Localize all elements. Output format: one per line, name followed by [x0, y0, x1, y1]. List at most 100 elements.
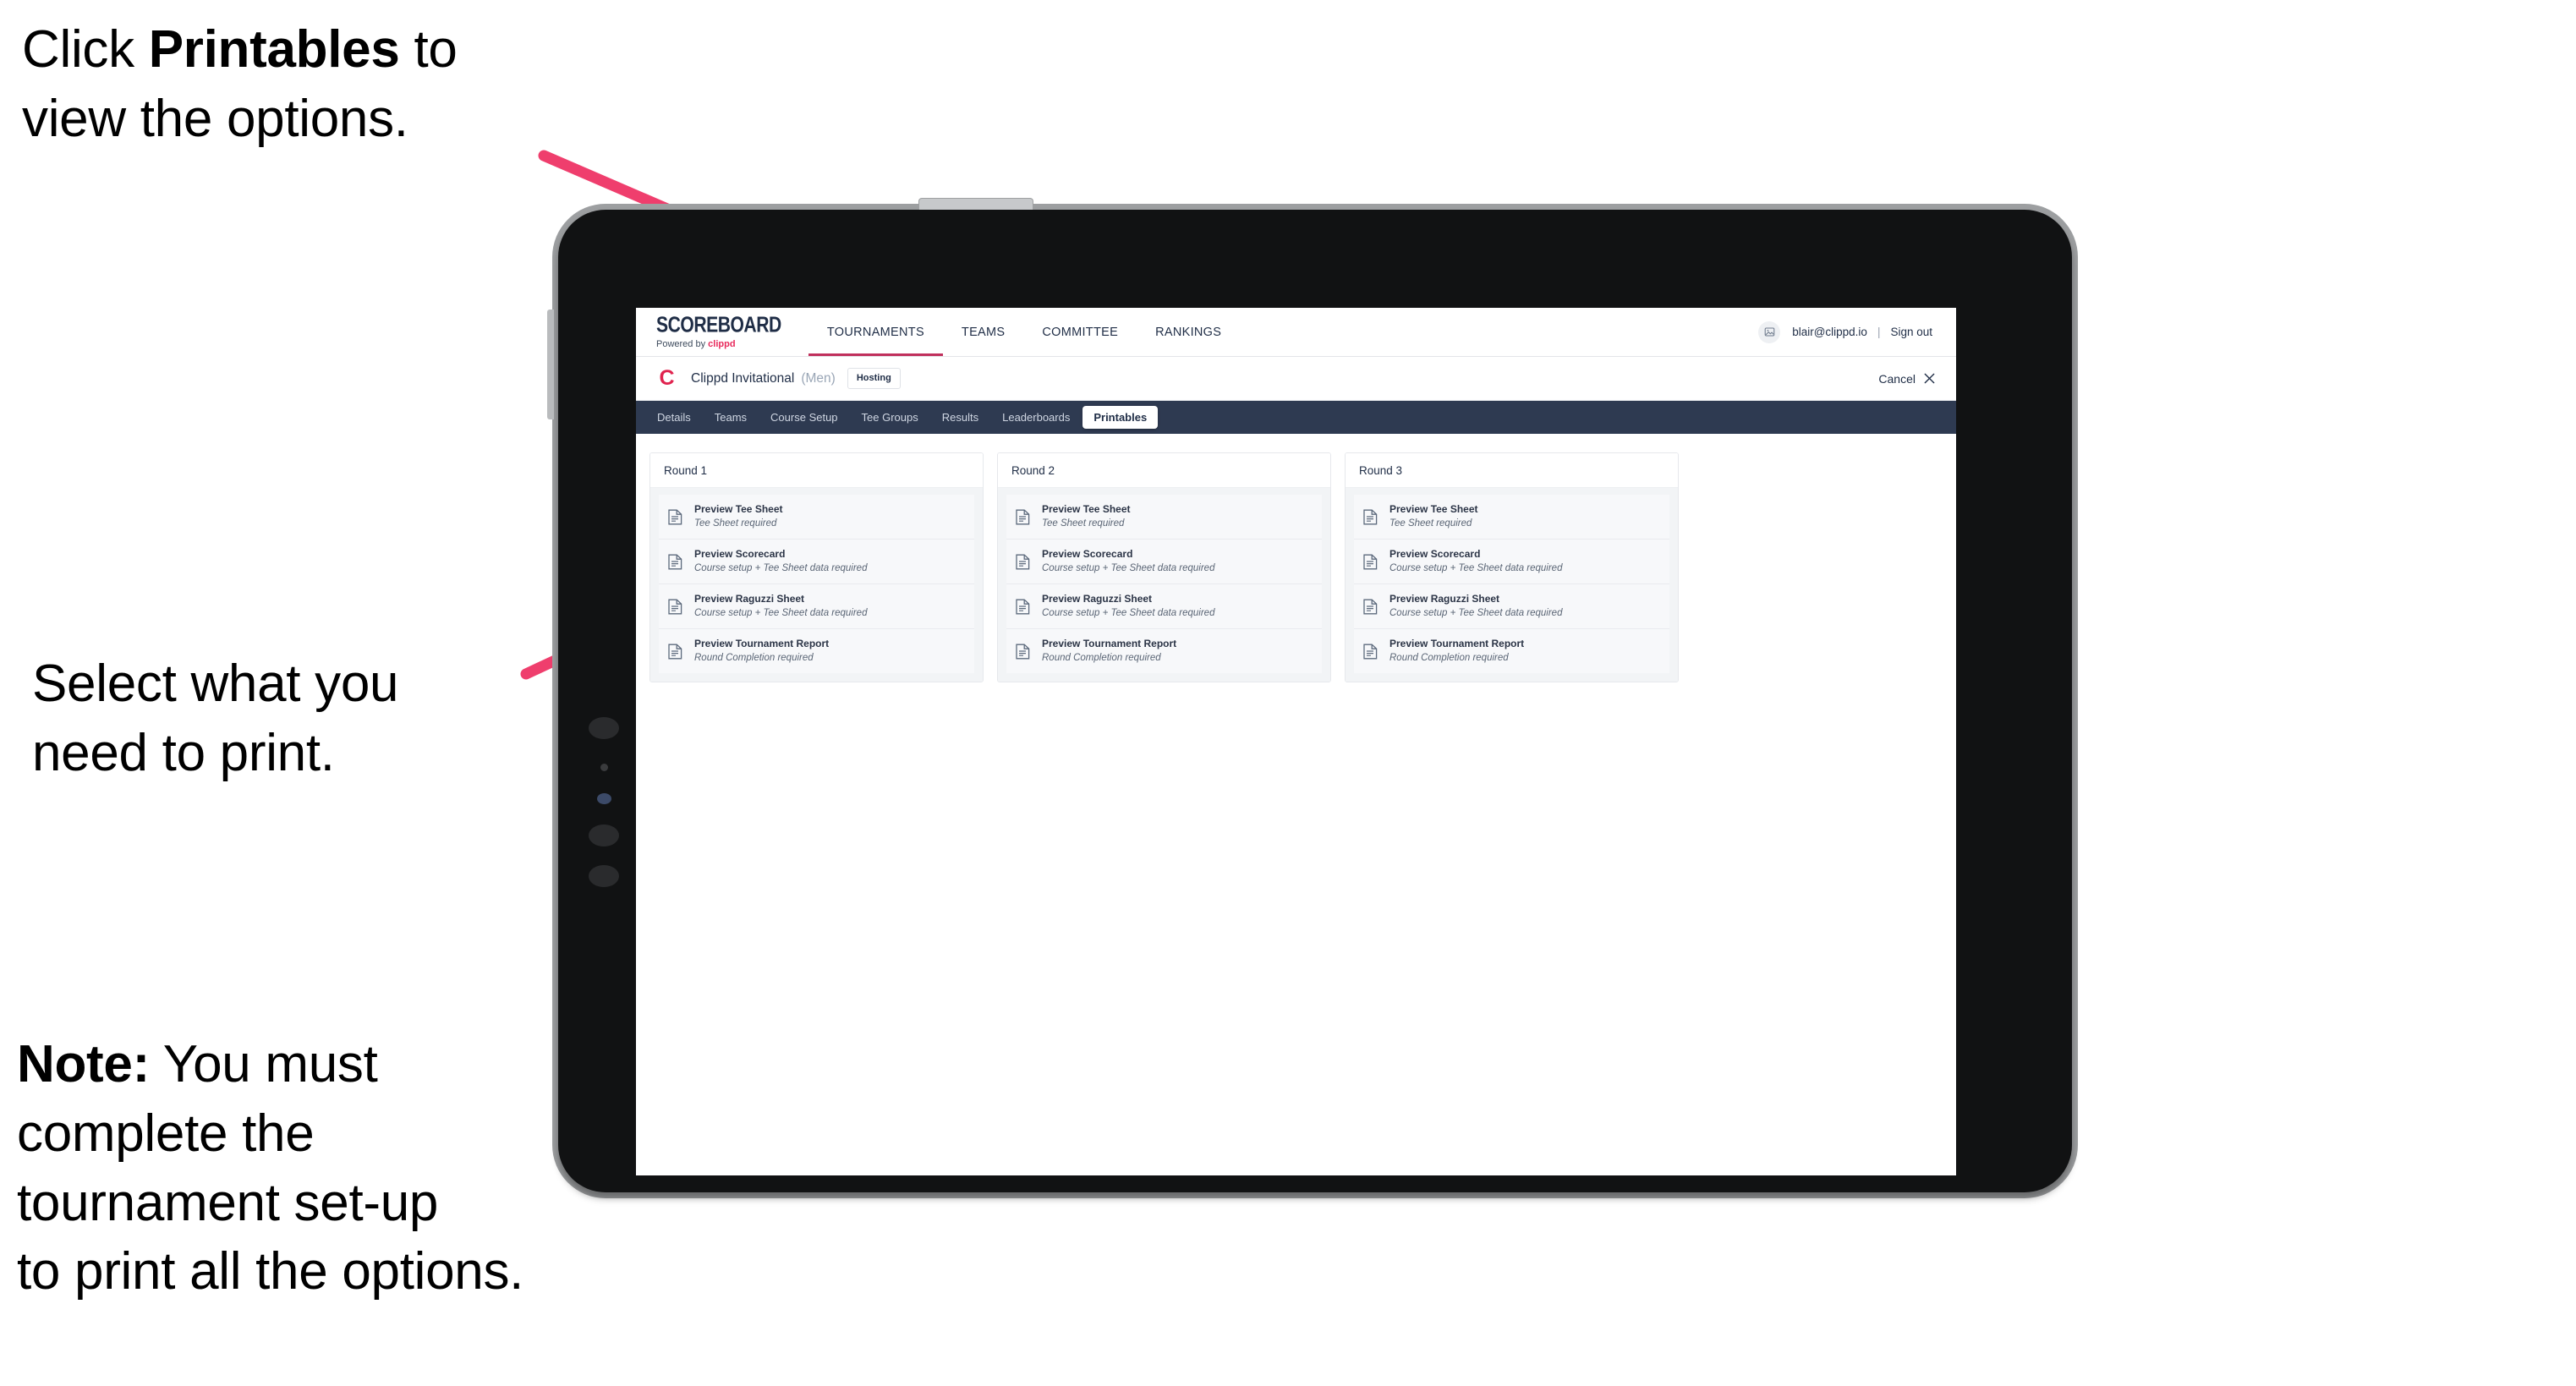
- round-column: Round 2 Preview Tee Sheet Tee Sheet requi…: [997, 452, 1331, 683]
- document-icon: [1013, 597, 1032, 616]
- tab-printables[interactable]: Printables: [1082, 406, 1159, 429]
- list-item-title: Preview Raguzzi Sheet: [1042, 593, 1153, 605]
- status-badge: Hosting: [847, 368, 901, 389]
- document-icon: [1361, 597, 1379, 616]
- tablet-top-button[interactable]: [918, 198, 1033, 210]
- user-image-icon: [1764, 327, 1774, 337]
- list-item-subtitle: Round Completion required: [1389, 652, 1509, 663]
- list-item-subtitle: Tee Sheet required: [1389, 518, 1472, 529]
- list-item-subtitle: Course setup + Tee Sheet data required: [1042, 562, 1215, 573]
- tablet-speaker-icon: [589, 717, 619, 739]
- document-icon: [1013, 642, 1032, 660]
- tablet-side-rail: [547, 310, 554, 419]
- app-header-bar: SCOREBOARD Powered by clippd TOURNAMENTS…: [636, 308, 1956, 357]
- round-column: Round 1 Preview Tee Sheet Tee Sheet requi…: [649, 452, 984, 683]
- document-icon: [666, 642, 684, 660]
- clippd-wordmark: clippd: [708, 338, 736, 349]
- document-icon: [1013, 507, 1032, 526]
- list-item-title: Preview Tournament Report: [1042, 638, 1177, 650]
- tab-teams[interactable]: Teams: [704, 406, 758, 429]
- section-tab-bar: Details Teams Course Setup Tee Groups Re…: [636, 401, 1956, 434]
- brand-wordmark: SCOREBOARD: [656, 311, 781, 337]
- tournament-context-bar: C Clippd Invitational (Men) Hosting Canc…: [636, 357, 1956, 401]
- round-title: Round 2: [998, 453, 1330, 488]
- list-item[interactable]: Preview Scorecard Course setup + Tee Shee…: [1354, 540, 1669, 585]
- document-icon: [1361, 552, 1379, 571]
- document-icon: [1361, 507, 1379, 526]
- scoreboard-logo[interactable]: SCOREBOARD Powered by clippd: [636, 308, 808, 356]
- list-item[interactable]: Preview Tee Sheet Tee Sheet required: [1006, 495, 1322, 540]
- list-item-title: Preview Tournament Report: [694, 638, 830, 650]
- document-icon: [666, 597, 684, 616]
- brand-powered-by: Powered by clippd: [656, 338, 787, 349]
- document-icon: [1361, 642, 1379, 660]
- list-item[interactable]: Preview Tee Sheet Tee Sheet required: [659, 495, 974, 540]
- list-item[interactable]: Preview Raguzzi Sheet Course setup + Tee …: [1354, 584, 1669, 630]
- tab-results[interactable]: Results: [931, 406, 989, 429]
- list-item-subtitle: Round Completion required: [694, 652, 814, 663]
- powered-by-text: Powered by: [656, 338, 709, 349]
- list-item-subtitle: Tee Sheet required: [1042, 518, 1125, 529]
- list-item-subtitle: Course setup + Tee Sheet data required: [1389, 562, 1563, 573]
- list-item[interactable]: Preview Tee Sheet Tee Sheet required: [1354, 495, 1669, 540]
- tablet-speaker-icon-3: [589, 865, 619, 887]
- callout-text-click-printables: Click Printables to view the options.: [22, 15, 580, 154]
- callout-1-bold: Printables: [148, 20, 400, 79]
- list-item[interactable]: Preview Tournament Report Round Completio…: [1006, 629, 1322, 674]
- list-item-subtitle: Tee Sheet required: [694, 518, 777, 529]
- printables-content: Round 1 Preview Tee Sheet Tee Sheet requi…: [636, 434, 1956, 683]
- list-item-title: Preview Tee Sheet: [1389, 503, 1478, 515]
- list-item-title: Preview Tee Sheet: [1042, 503, 1131, 515]
- round-item-list: Preview Tee Sheet Tee Sheet required Prev…: [998, 488, 1330, 682]
- nav-committee[interactable]: COMMITTEE: [1023, 308, 1137, 356]
- document-icon: [666, 507, 684, 526]
- account-separator: |: [1877, 326, 1881, 338]
- list-item-title: Preview Raguzzi Sheet: [694, 593, 805, 605]
- list-item-title: Preview Tournament Report: [1389, 638, 1525, 650]
- list-item-title: Preview Scorecard: [1389, 548, 1481, 561]
- nav-teams[interactable]: TEAMS: [943, 308, 1023, 356]
- tournament-gender: (Men): [801, 370, 836, 386]
- list-item-subtitle: Round Completion required: [1042, 652, 1161, 663]
- list-item[interactable]: Preview Raguzzi Sheet Course setup + Tee …: [659, 584, 974, 630]
- round-column: Round 3 Preview Tee Sheet Tee Sheet requi…: [1345, 452, 1679, 683]
- tournament-name: Clippd Invitational: [691, 370, 795, 386]
- callout-text-select-print: Select what you need to print.: [32, 655, 399, 782]
- list-item-title: Preview Tee Sheet: [694, 503, 783, 515]
- list-item[interactable]: Preview Scorecard Course setup + Tee Shee…: [659, 540, 974, 585]
- tablet-sensor-icon: [597, 793, 611, 804]
- tab-tee-groups[interactable]: Tee Groups: [851, 406, 929, 429]
- nav-rankings[interactable]: RANKINGS: [1137, 308, 1240, 356]
- document-icon: [666, 552, 684, 571]
- tab-course-setup[interactable]: Course Setup: [759, 406, 849, 429]
- list-item-title: Preview Scorecard: [694, 548, 786, 561]
- user-email-label: blair@clippd.io: [1792, 326, 1867, 338]
- list-item-subtitle: Course setup + Tee Sheet data required: [1389, 607, 1563, 618]
- tablet-camera-icon: [600, 764, 608, 771]
- callout-3-bold: Note:: [17, 1035, 150, 1093]
- round-title: Round 1: [650, 453, 983, 488]
- tab-leaderboards[interactable]: Leaderboards: [991, 406, 1081, 429]
- tablet-device-frame: SCOREBOARD Powered by clippd TOURNAMENTS…: [547, 198, 2072, 1192]
- close-icon: [1924, 373, 1935, 384]
- list-item[interactable]: Preview Scorecard Course setup + Tee Shee…: [1006, 540, 1322, 585]
- clippd-c-logo-icon: C: [659, 366, 675, 390]
- list-item-subtitle: Course setup + Tee Sheet data required: [694, 562, 868, 573]
- list-item-title: Preview Raguzzi Sheet: [1389, 593, 1500, 605]
- round-title: Round 3: [1346, 453, 1678, 488]
- list-item-title: Preview Scorecard: [1042, 548, 1133, 561]
- list-item[interactable]: Preview Tournament Report Round Completio…: [1354, 629, 1669, 674]
- cancel-button[interactable]: Cancel: [1878, 372, 1936, 386]
- tab-details[interactable]: Details: [646, 406, 702, 429]
- list-item[interactable]: Preview Raguzzi Sheet Course setup + Tee …: [1006, 584, 1322, 630]
- sign-out-button[interactable]: Sign out: [1890, 326, 1932, 338]
- cancel-label: Cancel: [1878, 371, 1916, 386]
- list-item-subtitle: Course setup + Tee Sheet data required: [1042, 607, 1215, 618]
- nav-tournaments[interactable]: TOURNAMENTS: [808, 308, 943, 356]
- tablet-screen: SCOREBOARD Powered by clippd TOURNAMENTS…: [636, 308, 1956, 1175]
- list-item-subtitle: Course setup + Tee Sheet data required: [694, 607, 868, 618]
- round-item-list: Preview Tee Sheet Tee Sheet required Prev…: [650, 488, 983, 682]
- round-item-list: Preview Tee Sheet Tee Sheet required Prev…: [1346, 488, 1678, 682]
- avatar[interactable]: [1758, 320, 1781, 343]
- list-item[interactable]: Preview Tournament Report Round Completio…: [659, 629, 974, 674]
